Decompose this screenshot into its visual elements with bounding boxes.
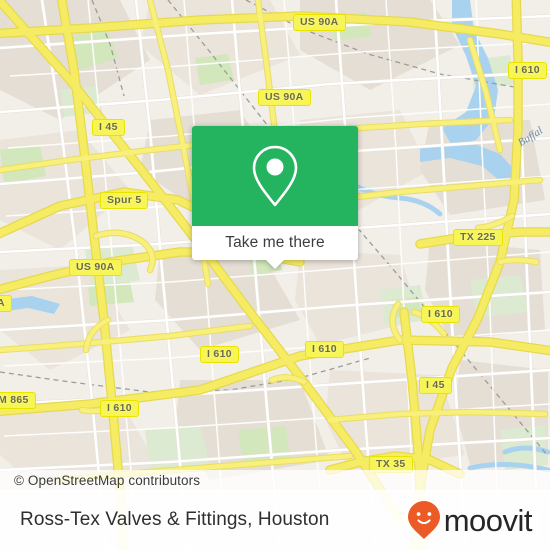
- shield-i-610-east: I 610: [421, 306, 460, 323]
- map-canvas[interactable]: .hw { fill:none; stroke:#f6ec63; stroke-…: [0, 0, 550, 550]
- shield-tx-225: TX 225: [453, 229, 503, 246]
- popup-icon-area: [192, 126, 358, 226]
- moovit-smiley-pin-icon: [407, 501, 440, 539]
- shield-i-610-southwest: I 610: [200, 346, 239, 363]
- shield-i-610-west: I 610: [100, 400, 139, 417]
- shield-us-90a-west: US 90A: [69, 259, 122, 276]
- map-attribution: © OpenStreetMap contributors: [0, 470, 550, 491]
- moovit-wordmark: moovit: [443, 502, 533, 538]
- shield-spur-5: Spur 5: [100, 192, 149, 209]
- shield-i-610-south: I 610: [305, 341, 344, 358]
- shield-i-45-nw: I 45: [92, 119, 125, 136]
- take-me-there-label: Take me there: [225, 234, 325, 251]
- shield-i-45-southeast: I 45: [419, 377, 452, 394]
- moovit-brand[interactable]: moovit: [407, 500, 533, 540]
- shield-us-90a-north: US 90A: [293, 14, 346, 31]
- place-title: Ross-Tex Valves & Fittings, Houston: [20, 509, 330, 530]
- shield-i-610-ne: I 610: [508, 62, 547, 79]
- map-pin-icon: [252, 145, 298, 207]
- popup-pointer-tail: [265, 259, 285, 269]
- shield-fm-865: M 865: [0, 392, 36, 409]
- popup-action-area[interactable]: Take me there: [192, 226, 358, 269]
- location-popup-card[interactable]: Take me there: [192, 126, 358, 269]
- shield-us-90a-center: US 90A: [258, 89, 311, 106]
- footer-bar: Ross-Tex Valves & Fittings, Houston moov…: [0, 490, 550, 550]
- shield-partial-left: A: [0, 295, 12, 312]
- moovit-map-screenshot: .hw { fill:none; stroke:#f6ec63; stroke-…: [0, 0, 550, 550]
